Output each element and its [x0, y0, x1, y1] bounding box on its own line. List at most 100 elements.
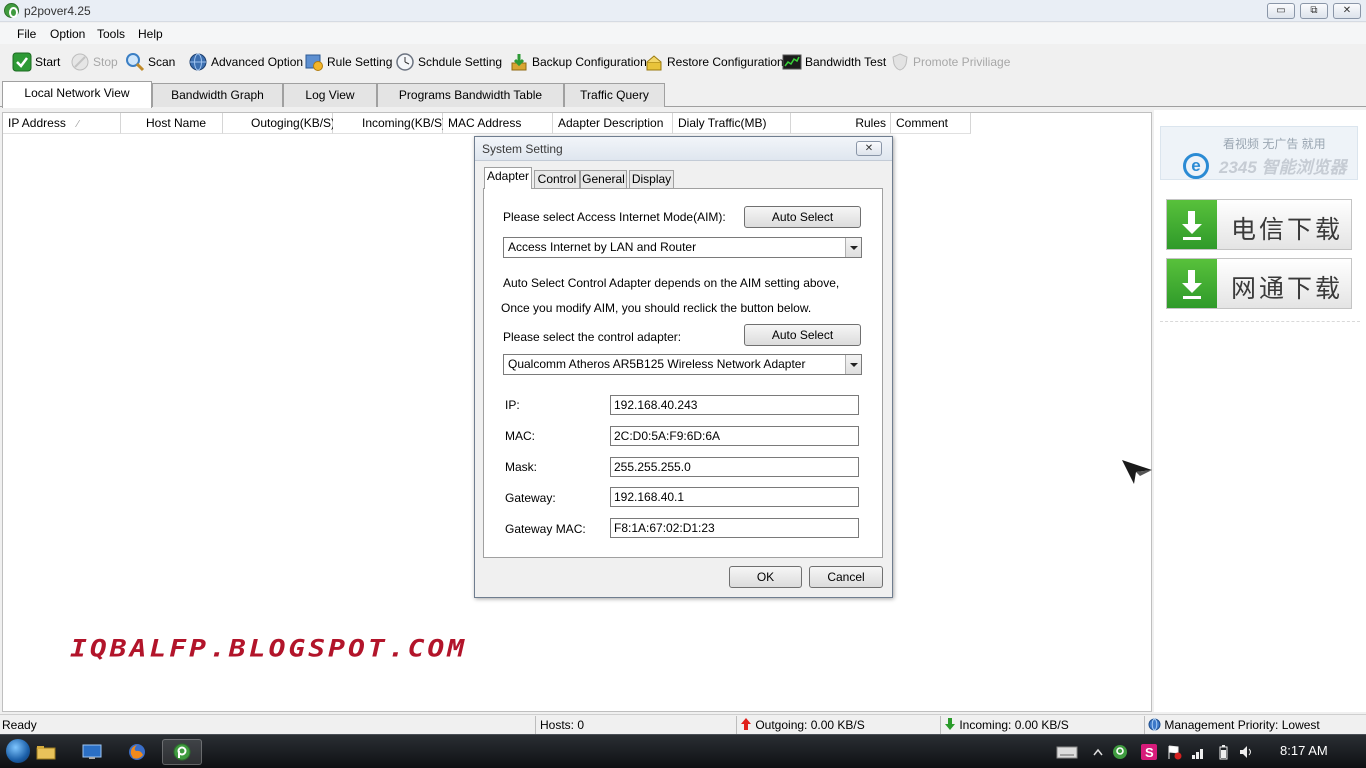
close-window-button[interactable]: ✕ — [1333, 3, 1361, 19]
menu-help[interactable]: Help — [138, 27, 163, 41]
dialog-title-bar[interactable]: System Setting ✕ — [475, 137, 892, 161]
app-logo-icon — [4, 3, 19, 18]
ok-button[interactable]: OK — [729, 566, 802, 588]
column-ip-address-label: IP Address — [8, 116, 66, 130]
clock-icon — [395, 52, 415, 72]
meter-icon — [782, 52, 802, 72]
column-incoming[interactable]: Incoming(KB/S) — [333, 113, 446, 134]
tab-display[interactable]: Display — [629, 170, 674, 188]
aim-label: Please select Access Internet Mode(AIM): — [503, 210, 726, 224]
aim-auto-select-button[interactable]: Auto Select — [744, 206, 861, 228]
blog-watermark: IQBALFP.BLOGSPOT.COM — [70, 634, 468, 663]
netcom-download-button[interactable]: 网通下载 — [1166, 258, 1352, 309]
adapter-select-value: Qualcomm Atheros AR5B125 Wireless Networ… — [508, 357, 806, 371]
volume-icon[interactable] — [1238, 744, 1254, 760]
cancel-button[interactable]: Cancel — [809, 566, 883, 588]
s-app-tray-icon[interactable]: S — [1141, 744, 1157, 760]
taskbar-clock[interactable]: 8:17 AM — [1280, 743, 1328, 758]
chevron-down-icon — [845, 355, 861, 374]
flag-icon[interactable] — [1166, 744, 1182, 760]
promote-privilege-button[interactable]: Promote Priviliage — [890, 50, 1010, 74]
tab-bandwidth-graph[interactable]: Bandwidth Graph — [152, 83, 283, 107]
shield-icon — [890, 52, 910, 72]
browser-ad-banner[interactable]: e 看视频 无广告 就用 2345 智能浏览器 — [1160, 126, 1358, 180]
show-hidden-icons-icon[interactable] — [1090, 744, 1106, 760]
bandwidth-test-button[interactable]: Bandwidth Test — [782, 50, 886, 74]
backup-configuration-button[interactable]: Backup Configuration — [509, 50, 647, 74]
mac-field[interactable]: 2C:D0:5A:F9:6D:6A — [610, 426, 859, 446]
menu-bar: File Option Tools Help — [0, 23, 1366, 44]
advanced-option-button[interactable]: Advanced Option — [188, 50, 303, 74]
adapter-label: Please select the control adapter: — [503, 330, 682, 344]
title-bar: p2pover4.25 ▭ ⧉ ✕ — [0, 0, 1366, 22]
tab-log-view[interactable]: Log View — [283, 83, 377, 107]
column-comment[interactable]: Comment — [891, 113, 971, 134]
rule-gear-icon — [304, 52, 324, 72]
column-host-name[interactable]: Host Name — [121, 113, 223, 134]
gateway-mac-field[interactable]: F8:1A:67:02:D1:23 — [610, 518, 859, 538]
arrow-down-icon — [945, 718, 955, 730]
adapter-select[interactable]: Qualcomm Atheros AR5B125 Wireless Networ… — [503, 354, 862, 375]
menu-file[interactable]: File — [17, 27, 36, 41]
menu-tools[interactable]: Tools — [97, 27, 125, 41]
gateway-field[interactable]: 192.168.40.1 — [610, 487, 859, 507]
telecom-download-label: 电信下载 — [1231, 216, 1344, 244]
backup-configuration-label: Backup Configuration — [532, 55, 647, 69]
column-mac-address[interactable]: MAC Address — [443, 113, 553, 134]
arrow-up-icon — [741, 718, 751, 730]
scan-button[interactable]: Scan — [125, 50, 175, 74]
gateway-mac-label: Gateway MAC: — [505, 522, 586, 536]
column-rules[interactable]: Rules — [791, 113, 891, 134]
schedule-setting-button[interactable]: Schdule Setting — [395, 50, 502, 74]
auto-select-note: Auto Select Control Adapter depends on t… — [503, 276, 840, 290]
column-daily-traffic[interactable]: Dialy Traffic(MB) — [673, 113, 791, 134]
ip-field[interactable]: 192.168.40.243 — [610, 395, 859, 415]
firefox-icon — [129, 744, 145, 760]
adapter-auto-select-button[interactable]: Auto Select — [744, 324, 861, 346]
modify-aim-note: Once you modify AIM, you should reclick … — [501, 301, 812, 315]
status-incoming-label: Incoming: 0.00 KB/S — [959, 718, 1069, 732]
svg-text:S: S — [1145, 745, 1154, 760]
keyboard-icon[interactable] — [1056, 744, 1078, 760]
tab-general[interactable]: General — [580, 170, 627, 188]
globe-icon — [1148, 718, 1161, 731]
restore-configuration-button[interactable]: Restore Configuration — [644, 50, 784, 74]
menu-option[interactable]: Option — [50, 27, 85, 41]
tab-adapter[interactable]: Adapter — [484, 167, 532, 189]
firefox-taskbar-button[interactable] — [117, 739, 157, 765]
network-icon[interactable] — [1190, 744, 1206, 760]
column-ip-address[interactable]: IP Address ⁄ — [3, 113, 121, 134]
start-button[interactable]: Start — [12, 50, 60, 74]
p2pover-tray-icon[interactable] — [1112, 744, 1128, 760]
tab-traffic-query[interactable]: Traffic Query — [564, 83, 665, 107]
column-outgoing[interactable]: Outoging(KB/S) — [223, 113, 335, 134]
battery-icon[interactable] — [1215, 744, 1231, 760]
schedule-setting-label: Schdule Setting — [418, 55, 503, 69]
dialog-close-button[interactable]: ✕ — [856, 141, 882, 156]
minimize-button[interactable]: ▭ — [1267, 3, 1295, 19]
ip-label: IP: — [505, 398, 520, 412]
chevron-down-icon — [845, 238, 861, 257]
status-hosts: Hosts: 0 — [535, 716, 735, 734]
stop-button[interactable]: Stop — [70, 50, 118, 74]
status-priority-label: Management Priority: Lowest — [1164, 718, 1320, 732]
stop-icon — [70, 52, 90, 72]
paper-plane-cursor-icon — [1122, 460, 1152, 484]
rule-setting-label: Rule Setting — [327, 55, 393, 69]
rule-setting-button[interactable]: Rule Setting — [304, 50, 392, 74]
explorer-taskbar-button[interactable] — [26, 739, 66, 765]
main-tab-strip: Local Network View Bandwidth Graph Log V… — [0, 81, 1366, 108]
telecom-download-button[interactable]: 电信下载 — [1166, 199, 1352, 250]
aim-select[interactable]: Access Internet by LAN and Router — [503, 237, 862, 258]
p2pover-taskbar-button[interactable] — [162, 739, 202, 765]
bandwidth-test-label: Bandwidth Test — [805, 55, 887, 69]
tab-programs-bandwidth-table[interactable]: Programs Bandwidth Table — [377, 83, 564, 107]
stop-label: Stop — [93, 55, 118, 69]
column-adapter-description[interactable]: Adapter Description — [553, 113, 673, 134]
tab-control[interactable]: Control — [534, 170, 580, 188]
mask-field[interactable]: 255.255.255.0 — [610, 457, 859, 477]
tab-local-network-view[interactable]: Local Network View — [2, 81, 152, 108]
remote-desktop-taskbar-button[interactable] — [72, 739, 112, 765]
adapter-settings-panel: Please select Access Internet Mode(AIM):… — [483, 188, 883, 558]
restore-button[interactable]: ⧉ — [1300, 3, 1328, 19]
